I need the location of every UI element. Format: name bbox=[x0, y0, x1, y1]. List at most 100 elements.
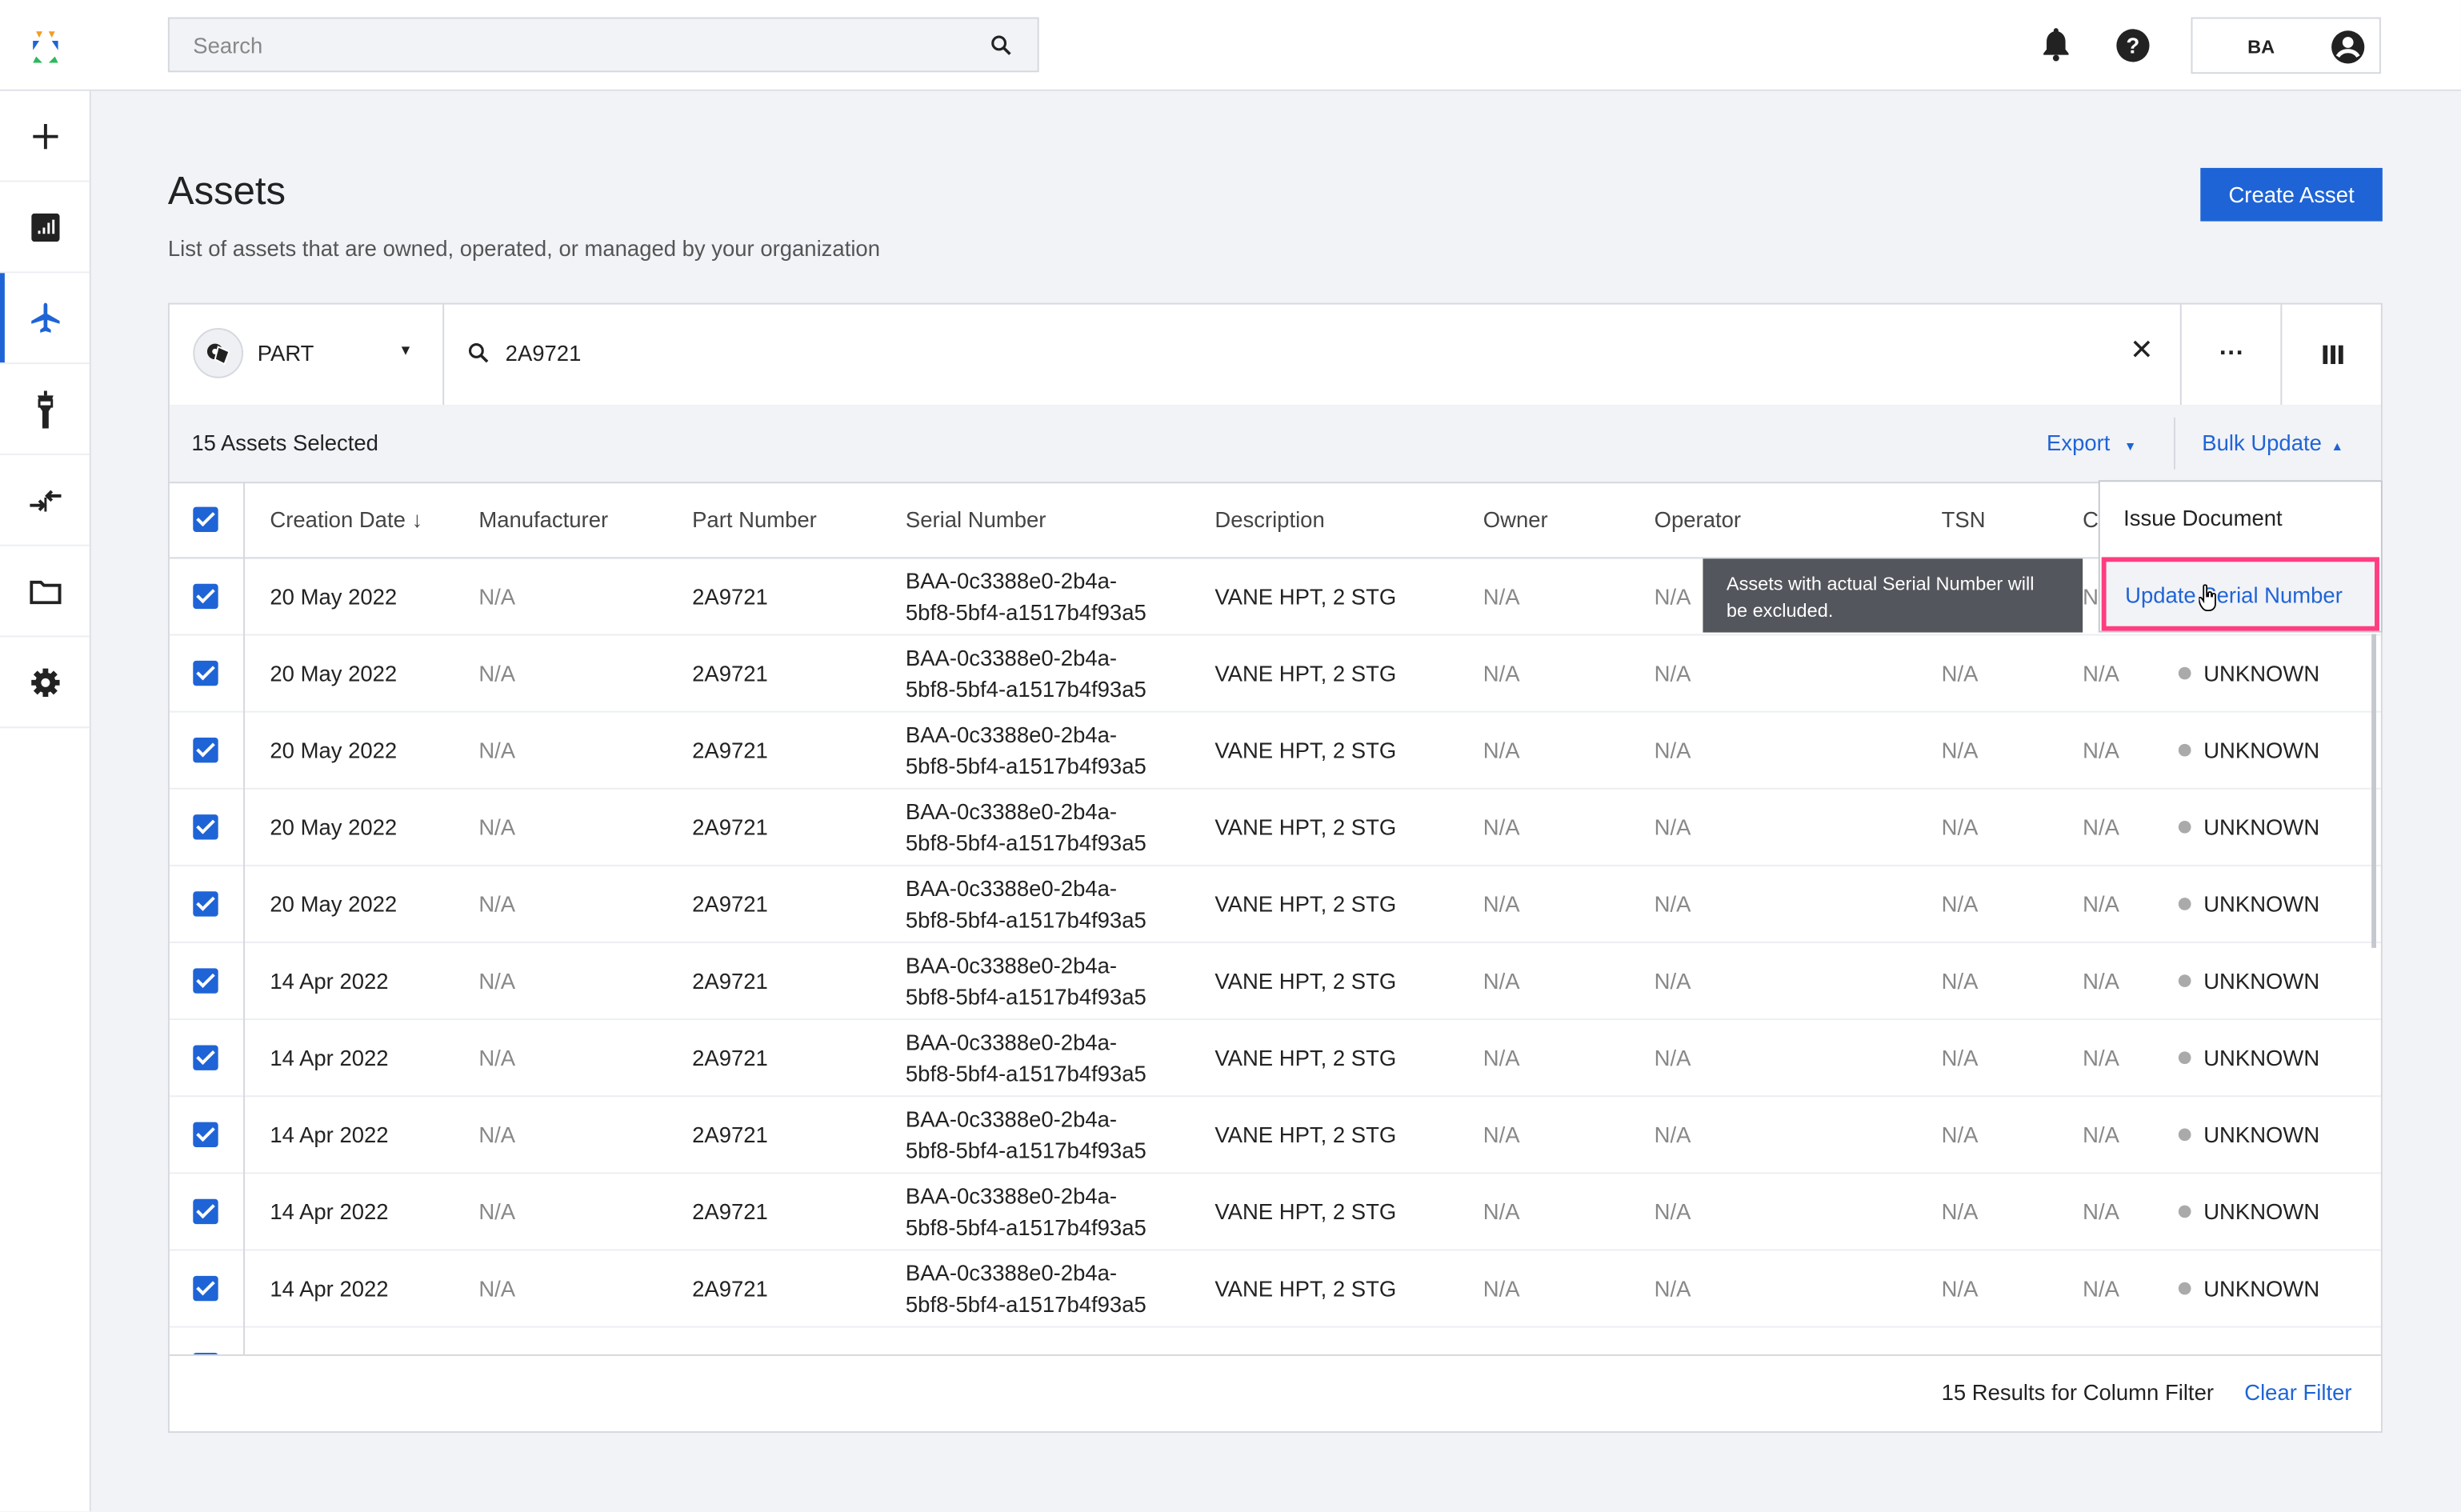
cell-description: VANE HPT, 2 STG bbox=[1214, 1198, 1397, 1224]
plus-icon bbox=[32, 122, 58, 149]
table-row[interactable]: 14 Apr 2022 N/A 2A9721 VANE HPT, 2 STG N/A N/… bbox=[169, 1095, 2381, 1174]
more-options-button[interactable]: ··· bbox=[2179, 304, 2283, 406]
cell-operator: N/A bbox=[1654, 814, 1691, 839]
cell-tsn: N/A bbox=[1941, 1044, 1979, 1070]
notification-bell-icon[interactable] bbox=[2040, 26, 2071, 62]
clear-filter-link[interactable]: Clear Filter bbox=[2244, 1379, 2351, 1404]
create-asset-button[interactable]: Create Asset bbox=[2200, 167, 2383, 222]
asset-type-select[interactable]: PART ▼ bbox=[170, 304, 445, 406]
nav-control-tower[interactable] bbox=[0, 364, 90, 455]
cell-part-number: 2A9721 bbox=[692, 890, 768, 916]
col-owner[interactable]: Owner bbox=[1483, 507, 1548, 532]
cell-description: VANE HPT, 2 STG bbox=[1214, 659, 1397, 686]
cell-csn: N/A bbox=[2083, 1274, 2119, 1301]
global-search-input[interactable]: Search bbox=[167, 17, 1039, 73]
clear-search-icon[interactable]: ✕ bbox=[2130, 334, 2154, 367]
nav-dashboard[interactable] bbox=[0, 182, 90, 274]
cell-csn: N/A bbox=[2083, 967, 2119, 993]
filter-search-input[interactable]: 2A9721 bbox=[506, 341, 582, 366]
status-dot-icon bbox=[2178, 1281, 2191, 1294]
transfer-icon bbox=[29, 489, 61, 511]
table-scrollbar[interactable] bbox=[2371, 634, 2377, 948]
cell-manufacturer: N/A bbox=[478, 1198, 516, 1224]
cell-status: UNKNOWN bbox=[2178, 814, 2319, 839]
search-icon bbox=[468, 343, 489, 363]
menu-item-issue-document[interactable]: Issue Document bbox=[2123, 506, 2282, 530]
col-tsn[interactable]: TSN bbox=[1942, 507, 1986, 532]
sort-desc-icon: ↓ bbox=[411, 506, 423, 533]
col-creation-date[interactable]: Creation Date ↓ bbox=[270, 507, 422, 532]
table-row[interactable]: 20 May 2022 N/A 2A9721 VANE HPT, 2 STG N/A N/… bbox=[169, 787, 2381, 866]
select-all-checkbox[interactable] bbox=[193, 506, 218, 533]
cell-description: VANE HPT, 2 STG bbox=[1214, 1044, 1397, 1070]
nav-documents[interactable] bbox=[0, 546, 90, 638]
cell-operator: N/A bbox=[1654, 659, 1691, 686]
row-checkbox[interactable] bbox=[193, 582, 218, 609]
nav-create[interactable] bbox=[0, 91, 90, 182]
cell-serial-number: BAA-0c3388e0-2b4a- 5bf8-5bf4-a1517b4f93a5 bbox=[905, 1106, 1146, 1162]
menu-item-update-serial-number[interactable]: Update Serial Number bbox=[2101, 557, 2379, 631]
bulk-update-menu: Issue Document Update Serial Number bbox=[2098, 480, 2383, 633]
cell-serial-number: BAA-0c3388e0-2b4a- 5bf8-5bf4-a1517b4f93a5 bbox=[905, 1259, 1146, 1316]
cell-date: 14 Apr 2022 bbox=[270, 1274, 389, 1301]
table-row[interactable]: 20 May 2022 N/A 2A9721 VANE HPT, 2 STG N/A N/… bbox=[169, 864, 2381, 943]
cell-csn: N/A bbox=[2083, 1121, 2119, 1147]
row-checkbox[interactable] bbox=[193, 1044, 218, 1070]
row-checkbox[interactable] bbox=[193, 737, 218, 762]
table-row[interactable]: 14 Apr 2022 N/A 2A9721 VANE HPT, 2 STG N/A N/… bbox=[169, 1018, 2381, 1098]
row-checkbox[interactable] bbox=[193, 659, 218, 686]
cell-tsn: N/A bbox=[1941, 1198, 1979, 1224]
table-row[interactable]: 14 Apr 2022 N/A 2A9721 VANE HPT, 2 STG N/A N/… bbox=[169, 1172, 2381, 1251]
cell-description: VANE HPT, 2 STG bbox=[1214, 1121, 1397, 1147]
col-operator[interactable]: Operator bbox=[1655, 507, 1741, 532]
status-dot-icon bbox=[2178, 897, 2191, 910]
cell-csn: N/A bbox=[2083, 1198, 2119, 1224]
selected-count: 15 Assets Selected bbox=[191, 430, 378, 455]
nav-settings[interactable] bbox=[0, 637, 90, 729]
top-bar: Search ? BA bbox=[0, 0, 2461, 91]
col-csn[interactable]: C bbox=[2083, 507, 2099, 532]
status-dot-icon bbox=[2178, 1204, 2191, 1218]
cell-owner: N/A bbox=[1483, 1198, 1520, 1224]
cell-date: 14 Apr 2022 bbox=[270, 1121, 389, 1147]
cell-part-number: 2A9721 bbox=[692, 814, 768, 839]
chevron-up-icon: ▲ bbox=[2331, 439, 2344, 454]
col-serial-number[interactable]: Serial Number bbox=[906, 507, 1046, 532]
search-icon[interactable] bbox=[990, 34, 1012, 56]
cell-status: UNKNOWN bbox=[2178, 1275, 2319, 1300]
table-row[interactable]: 14 Apr 2022 N/A 2A9721 VANE HPT, 2 STG N/A N/… bbox=[169, 942, 2381, 1021]
cell-part-number: 2A9721 bbox=[692, 659, 768, 686]
row-checkbox[interactable] bbox=[193, 1121, 218, 1147]
table-header: Creation Date ↓ Manufacturer Part Number… bbox=[169, 482, 2381, 559]
export-button[interactable]: Export ▼ bbox=[2047, 430, 2136, 455]
row-checkbox[interactable] bbox=[193, 1198, 218, 1224]
cell-manufacturer: N/A bbox=[478, 659, 516, 686]
assets-panel: PART ▼ 2A9721 ✕ ··· 15 Assets Selected E… bbox=[167, 302, 2383, 1434]
cell-description: VANE HPT, 2 STG bbox=[1214, 737, 1397, 762]
col-manufacturer[interactable]: Manufacturer bbox=[478, 507, 608, 532]
cell-part-number: 2A9721 bbox=[692, 1121, 768, 1147]
cell-csn: N/A bbox=[2083, 814, 2119, 839]
table-row[interactable]: 14 Apr 2022 N/A 2A9721 VANE HPT, 2 STG N/A N/… bbox=[169, 1249, 2381, 1328]
nav-transfers[interactable] bbox=[0, 455, 90, 546]
cell-csn: N/A bbox=[2083, 890, 2119, 916]
table-row[interactable]: 20 May 2022 N/A 2A9721 VANE HPT, 2 STG N/A N/… bbox=[169, 634, 2381, 713]
row-checkbox[interactable] bbox=[193, 814, 218, 839]
nav-assets[interactable] bbox=[0, 273, 90, 365]
user-menu[interactable]: BA bbox=[2191, 17, 2381, 74]
cell-serial-number: BAA-0c3388e0-2b4a- 5bf8-5bf4-a1517b4f93a5 bbox=[905, 567, 1146, 624]
row-checkbox[interactable] bbox=[193, 967, 218, 993]
bulk-update-button[interactable]: Bulk Update ▲ bbox=[2202, 430, 2343, 455]
column-settings-button[interactable] bbox=[2280, 304, 2381, 406]
col-part-number[interactable]: Part Number bbox=[692, 507, 817, 532]
cell-owner: N/A bbox=[1483, 1044, 1520, 1070]
table-row[interactable]: 20 May 2022 N/A 2A9721 VANE HPT, 2 STG N/A N/… bbox=[169, 710, 2381, 790]
cell-operator: N/A bbox=[1654, 967, 1691, 993]
row-checkbox[interactable] bbox=[193, 890, 218, 916]
app: Search ? BA Assets List of assets that a… bbox=[0, 0, 2461, 1512]
help-icon[interactable]: ? bbox=[2115, 28, 2150, 62]
cell-description: VANE HPT, 2 STG bbox=[1214, 967, 1397, 993]
row-checkbox[interactable] bbox=[193, 1274, 218, 1301]
col-description[interactable]: Description bbox=[1214, 507, 1324, 532]
cell-date: 20 May 2022 bbox=[270, 582, 398, 609]
